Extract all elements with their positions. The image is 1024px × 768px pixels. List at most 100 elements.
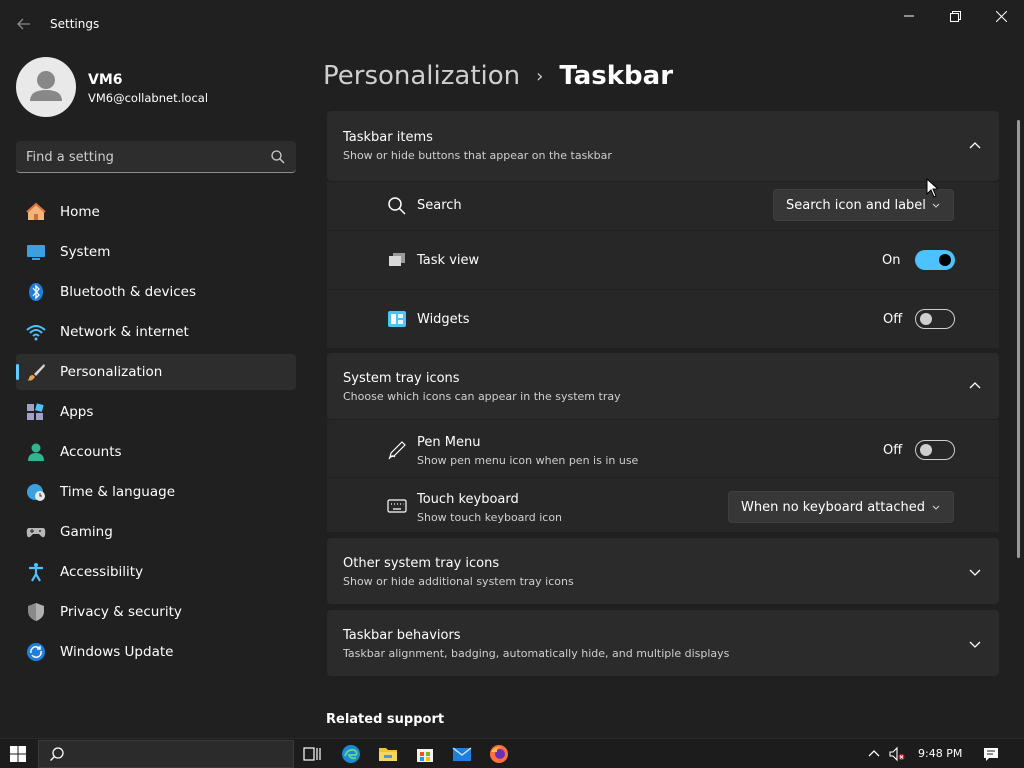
user-avatar-icon <box>30 71 62 101</box>
sidebar-item-network[interactable]: Network & internet <box>16 314 296 350</box>
toggle-knob <box>920 444 932 456</box>
user-email: VM6@collabnet.local <box>88 91 209 105</box>
sidebar-item-accessibility[interactable]: Accessibility <box>16 554 296 590</box>
windows-taskbar: 9:48 PM <box>0 738 1024 768</box>
task-view-toggle[interactable] <box>915 250 955 270</box>
chevron-down-icon <box>932 203 940 208</box>
sidebar-item-label: Privacy & security <box>60 604 182 620</box>
pen-menu-row: Pen Menu Show pen menu icon when pen is … <box>327 420 999 477</box>
sidebar-item-personalization[interactable]: Personalization <box>16 354 296 390</box>
sidebar-item-label: Gaming <box>60 524 113 540</box>
update-icon <box>26 642 46 662</box>
widgets-toggle[interactable] <box>915 309 955 329</box>
minimize-button[interactable] <box>886 0 932 32</box>
chevron-down-icon <box>932 505 940 510</box>
back-button[interactable] <box>12 12 36 36</box>
accounts-icon <box>26 442 46 462</box>
scrollbar[interactable] <box>1017 120 1020 558</box>
sidebar-item-accounts[interactable]: Accounts <box>16 434 296 470</box>
toggle-knob <box>939 254 951 266</box>
sidebar-item-label: Accounts <box>60 444 122 460</box>
user-name: VM6 <box>88 72 123 88</box>
bluetooth-icon <box>26 282 46 302</box>
section-title: Other system tray icons <box>343 556 500 571</box>
row-label: Widgets <box>417 312 470 327</box>
sidebar-item-apps[interactable]: Apps <box>16 394 296 430</box>
pen-menu-toggle[interactable] <box>915 440 955 460</box>
task-view-row: Task view On <box>327 231 999 289</box>
breadcrumb-parent[interactable]: Personalization <box>323 61 520 91</box>
section-description: Taskbar alignment, badging, automaticall… <box>343 647 730 660</box>
avatar[interactable] <box>16 57 76 117</box>
sidebar-item-label: Accessibility <box>60 564 144 580</box>
volume-muted-icon[interactable] <box>889 746 905 762</box>
toggle-state-text: Off <box>883 312 903 327</box>
sidebar-item-home[interactable]: Home <box>16 194 296 230</box>
chevron-up-icon[interactable] <box>866 746 882 762</box>
keyboard-icon <box>387 499 407 513</box>
home-icon <box>26 202 46 222</box>
restore-icon <box>949 10 961 22</box>
mail-icon[interactable] <box>452 744 472 764</box>
task-view-icon[interactable] <box>302 744 322 764</box>
sidebar-item-label: Home <box>60 204 100 220</box>
close-button[interactable] <box>978 0 1024 32</box>
search-icon <box>50 747 64 761</box>
other-tray-icons-section[interactable]: Other system tray icons Show or hide add… <box>327 538 999 604</box>
store-icon[interactable] <box>415 744 435 764</box>
system-icon <box>26 242 46 262</box>
maximize-button[interactable] <box>932 0 978 32</box>
close-icon <box>995 10 1007 22</box>
sidebar-item-bluetooth[interactable]: Bluetooth & devices <box>16 274 296 310</box>
widgets-row: Widgets Off <box>327 290 999 348</box>
app-title: Settings <box>50 17 100 31</box>
windows-start-icon[interactable] <box>10 746 26 762</box>
chevron-down-icon <box>969 641 981 648</box>
globe-clock-icon <box>26 482 46 502</box>
row-description: Show pen menu icon when pen is in use <box>417 454 639 467</box>
wifi-icon <box>26 322 46 342</box>
search-box[interactable] <box>16 141 296 173</box>
pen-icon <box>388 441 406 460</box>
sidebar-item-windows-update[interactable]: Windows Update <box>16 634 296 670</box>
taskbar-items-header[interactable]: Taskbar items Show or hide buttons that … <box>327 111 999 181</box>
page-title: Taskbar <box>559 61 674 91</box>
search-icon <box>388 197 406 215</box>
section-title: Taskbar behaviors <box>343 628 461 643</box>
chevron-up-icon <box>969 382 981 389</box>
sidebar-item-label: Bluetooth & devices <box>60 284 197 300</box>
sidebar-item-privacy[interactable]: Privacy & security <box>16 594 296 630</box>
search-input[interactable] <box>26 147 266 167</box>
file-explorer-icon[interactable] <box>378 744 398 764</box>
section-description: Show or hide buttons that appear on the … <box>343 149 612 162</box>
breadcrumb: Personalization › Taskbar <box>323 58 673 94</box>
sidebar-item-system[interactable]: System <box>16 234 296 270</box>
edge-icon[interactable] <box>341 744 361 764</box>
minimize-icon <box>904 15 914 17</box>
dropdown-value: Search icon and label <box>786 197 926 213</box>
clock-time[interactable]: 9:48 PM <box>918 747 962 760</box>
system-tray-header[interactable]: System tray icons Choose which icons can… <box>327 353 999 419</box>
sidebar-item-gaming[interactable]: Gaming <box>16 514 296 550</box>
toggle-knob <box>920 313 932 325</box>
search-icon <box>271 150 285 164</box>
firefox-icon[interactable] <box>489 744 509 764</box>
toggle-state-text: Off <box>883 443 903 458</box>
taskbar-search-box[interactable] <box>38 740 294 768</box>
taskbar-behaviors-section[interactable]: Taskbar behaviors Taskbar alignment, bad… <box>327 610 999 676</box>
task-view-icon <box>389 253 405 266</box>
brush-icon <box>26 362 46 382</box>
sidebar-item-label: Time & language <box>60 484 176 500</box>
touch-keyboard-row: Touch keyboard Show touch keyboard icon … <box>327 478 999 532</box>
notification-icon[interactable] <box>983 746 999 762</box>
row-description: Show touch keyboard icon <box>417 511 563 524</box>
title-bar: Settings <box>0 0 1024 48</box>
sidebar-nav: Home System Bluetooth & devices Network … <box>16 194 296 674</box>
back-arrow-icon <box>17 18 30 30</box>
touch-keyboard-dropdown[interactable]: When no keyboard attached <box>728 491 954 523</box>
section-description: Choose which icons can appear in the sys… <box>343 390 621 403</box>
sidebar-item-time-language[interactable]: Time & language <box>16 474 296 510</box>
shield-icon <box>26 602 46 622</box>
mouse-cursor-icon <box>926 178 938 198</box>
sidebar-item-label: Personalization <box>60 364 163 380</box>
